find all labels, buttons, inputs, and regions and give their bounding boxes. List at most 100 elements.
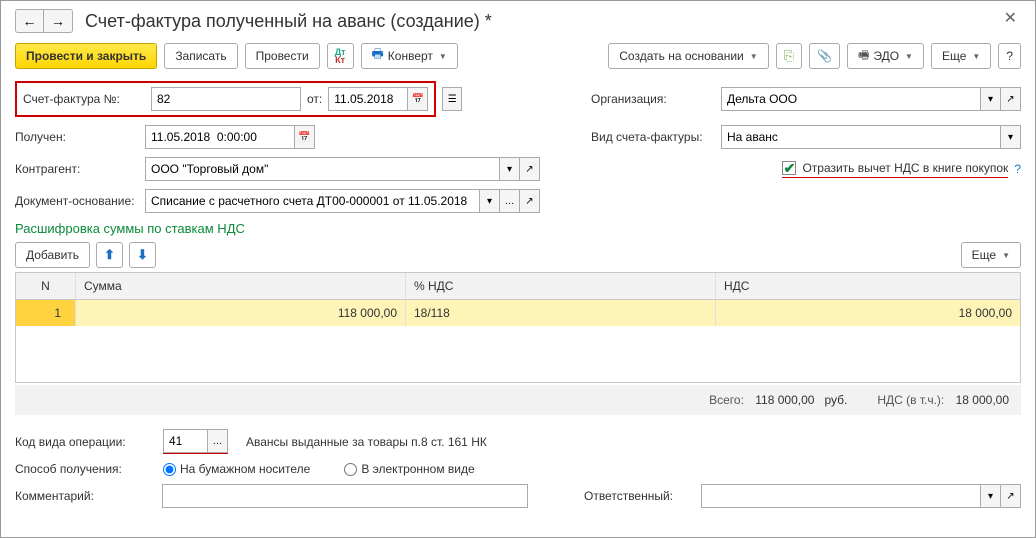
edo-label: ЭДО — [873, 49, 899, 63]
org-label: Организация: — [591, 92, 721, 106]
section-title: Расшифровка суммы по ставкам НДС — [15, 221, 1021, 236]
ellipsis-icon[interactable]: … — [208, 429, 228, 453]
print-button[interactable]: 🖶 Конверт ▼ — [361, 43, 458, 69]
help-button[interactable]: ? — [998, 43, 1021, 69]
radio-paper-label: На бумажном носителе — [180, 462, 310, 476]
radio-electronic[interactable]: В электронном виде — [344, 462, 474, 476]
dropdown-icon[interactable]: ▾ — [500, 157, 520, 181]
vat-check-label: Отразить вычет НДС в книге покупок — [802, 161, 1008, 175]
counterparty-label: Контрагент: — [15, 162, 145, 176]
post-button[interactable]: Провести — [245, 43, 320, 69]
list-icon[interactable]: ☰ — [442, 87, 462, 111]
radio-electronic-input[interactable] — [344, 463, 357, 476]
responsible-input[interactable] — [701, 484, 981, 508]
ellipsis-icon[interactable]: … — [500, 189, 520, 213]
dropdown-icon[interactable]: ▾ — [981, 87, 1001, 111]
vat-grid: N Сумма % НДС НДС 1 118 000,00 18/118 18… — [15, 272, 1021, 383]
number-input[interactable] — [151, 87, 301, 111]
basis-input[interactable] — [145, 189, 480, 213]
move-down-button[interactable]: ⬇ — [129, 242, 156, 268]
caret-icon: ▼ — [439, 52, 447, 61]
received-label: Получен: — [15, 130, 145, 144]
number-label: Счет-фактура №: — [23, 92, 145, 106]
post-and-close-button[interactable]: Провести и закрыть — [15, 43, 157, 69]
from-label: от: — [307, 92, 322, 106]
counterparty-input[interactable] — [145, 157, 500, 181]
caret-icon: ▼ — [750, 52, 758, 61]
move-up-button[interactable]: ⬆ — [96, 242, 123, 268]
close-icon[interactable]: ✕ — [998, 7, 1023, 29]
back-button[interactable]: ← — [16, 10, 44, 32]
edo-icon: 🖷 — [858, 46, 869, 67]
edo-button[interactable]: 🖷 ЭДО ▼ — [847, 43, 924, 69]
responsible-label: Ответственный: — [584, 489, 683, 503]
op-code-input[interactable] — [163, 429, 208, 453]
tree-icon: ⎘ — [784, 48, 794, 64]
caret-icon: ▼ — [1002, 251, 1010, 260]
window: ✕ ← → Счет-фактура полученный на аванс (… — [0, 0, 1036, 538]
arrow-up-icon: ⬆ — [104, 247, 115, 263]
open-icon[interactable]: ↗ — [520, 189, 540, 213]
basis-label: Документ-основание: — [15, 194, 145, 208]
cell-pct[interactable]: 18/118 — [406, 300, 716, 326]
open-icon[interactable]: ↗ — [1001, 87, 1021, 111]
number-highlight: Счет-фактура №: от: 📅 — [15, 81, 436, 117]
dtkt-button[interactable]: ДтКт — [327, 43, 354, 69]
print-label: Конверт — [388, 49, 433, 63]
help-link[interactable]: ? — [1014, 162, 1021, 176]
from-date-input[interactable] — [328, 87, 408, 111]
vat-total-value: 18 000,00 — [956, 393, 1009, 407]
forward-button[interactable]: → — [44, 10, 72, 32]
table-more-button[interactable]: Еще ▼ — [961, 242, 1021, 268]
op-code-desc: Авансы выданные за товары п.8 ст. 161 НК — [246, 435, 487, 449]
structure-button[interactable]: ⎘ — [776, 43, 802, 69]
cell-n[interactable]: 1 — [16, 300, 76, 326]
total-value: 118 000,00 — [755, 393, 814, 407]
receive-label: Способ получения: — [15, 462, 145, 476]
vat-total-label: НДС (в т.ч.): — [877, 393, 944, 407]
attach-button[interactable]: 📎 — [809, 43, 840, 69]
col-sum[interactable]: Сумма — [76, 273, 406, 299]
table-row[interactable]: 1 118 000,00 18/118 18 000,00 — [16, 300, 1020, 326]
col-n[interactable]: N — [16, 273, 76, 299]
radio-paper[interactable]: На бумажном носителе — [163, 462, 310, 476]
create-based-button[interactable]: Создать на основании ▼ — [608, 43, 768, 69]
caret-icon: ▼ — [972, 52, 980, 61]
radio-electronic-label: В электронном виде — [361, 462, 474, 476]
op-code-label: Код вида операции: — [15, 435, 145, 449]
org-input[interactable] — [721, 87, 981, 111]
more-button[interactable]: Еще ▼ — [931, 43, 991, 69]
add-button[interactable]: Добавить — [15, 242, 90, 268]
caret-icon: ▼ — [905, 52, 913, 61]
calendar-icon[interactable]: 📅 — [295, 125, 315, 149]
radio-paper-input[interactable] — [163, 463, 176, 476]
nav-buttons: ← → — [15, 9, 73, 33]
open-icon[interactable]: ↗ — [520, 157, 540, 181]
grid-header: N Сумма % НДС НДС — [16, 273, 1020, 300]
clip-icon: 📎 — [817, 49, 832, 63]
kind-input[interactable] — [721, 125, 1001, 149]
col-pct[interactable]: % НДС — [406, 273, 716, 299]
col-vat[interactable]: НДС — [716, 273, 1020, 299]
page-title: Счет-фактура полученный на аванс (создан… — [85, 11, 492, 32]
vat-deduct-check[interactable]: ✔ Отразить вычет НДС в книге покупок — [782, 161, 1008, 178]
totals-bar: Всего: 118 000,00 руб. НДС (в т.ч.): 18 … — [15, 385, 1021, 415]
comment-label: Комментарий: — [15, 489, 144, 503]
open-icon[interactable]: ↗ — [1001, 484, 1021, 508]
table-more-label: Еще — [972, 248, 996, 262]
calendar-icon[interactable]: 📅 — [408, 87, 428, 111]
create-based-label: Создать на основании — [619, 49, 744, 63]
write-button[interactable]: Записать — [164, 43, 237, 69]
arrow-down-icon: ⬇ — [137, 247, 148, 263]
dropdown-icon[interactable]: ▾ — [981, 484, 1001, 508]
kind-label: Вид счета-фактуры: — [591, 130, 721, 144]
more-label: Еще — [942, 49, 966, 63]
cell-vat[interactable]: 18 000,00 — [716, 300, 1020, 326]
cell-sum[interactable]: 118 000,00 — [76, 300, 406, 326]
received-input[interactable] — [145, 125, 295, 149]
dropdown-icon[interactable]: ▾ — [480, 189, 500, 213]
toolbar: Провести и закрыть Записать Провести ДтК… — [15, 43, 1021, 69]
dropdown-icon[interactable]: ▾ — [1001, 125, 1021, 149]
comment-input[interactable] — [162, 484, 528, 508]
titlebar: ← → Счет-фактура полученный на аванс (со… — [15, 9, 1021, 33]
